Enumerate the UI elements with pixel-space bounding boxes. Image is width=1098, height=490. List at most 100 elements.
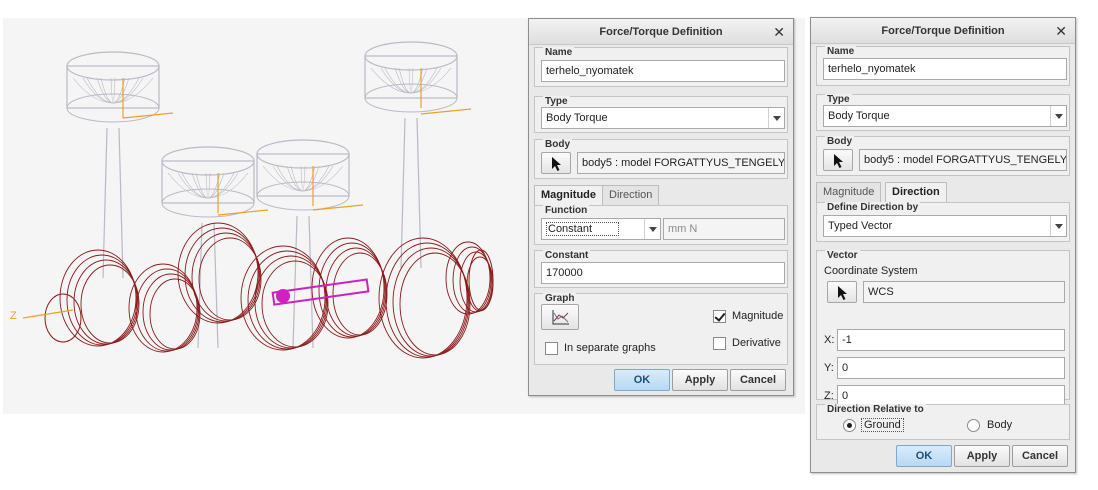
ok-button[interactable]: OK: [896, 445, 952, 467]
cursor-arrow-icon: [838, 286, 847, 300]
crank-web-wire: [311, 237, 385, 339]
graph-icon: [552, 310, 569, 325]
derivative-checkbox-label: Derivative: [732, 337, 781, 349]
piston-wire: [380, 67, 442, 94]
crank-end-pulley: [468, 249, 494, 311]
close-icon[interactable]: ✕: [1055, 18, 1067, 44]
type-select-value: Body Torque: [828, 110, 890, 122]
body-group: Body body5 : model FORGATTYUS_TENGELY.: [816, 136, 1070, 176]
name-label: Name: [825, 46, 857, 57]
piston-wire: [272, 165, 334, 192]
apply-button[interactable]: Apply: [954, 445, 1010, 467]
crank-web-wire: [142, 273, 200, 351]
tab-direction[interactable]: Direction: [885, 182, 947, 203]
connecting-rod: [118, 127, 124, 279]
piston-wire: [181, 172, 235, 199]
name-input[interactable]: terhelo_nyomatek: [541, 60, 785, 82]
piston-wire: [177, 172, 239, 199]
tab-bar: Magnitude Direction: [534, 185, 788, 206]
tab-magnitude[interactable]: Magnitude: [816, 182, 882, 202]
crank-web-wire: [399, 252, 471, 356]
crank-web-wire: [73, 259, 139, 345]
piston-wire: [82, 77, 144, 104]
piston-wire: [100, 77, 126, 103]
derivative-checkbox[interactable]: [713, 337, 726, 350]
crank-web-wire: [184, 227, 260, 323]
body-select-button[interactable]: [823, 149, 853, 171]
crank-web-wire: [325, 247, 387, 337]
coord-system-field[interactable]: WCS: [863, 281, 1065, 303]
cursor-arrow-icon: [834, 154, 843, 168]
y-input[interactable]: 0: [837, 357, 1065, 379]
graph-label: Graph: [543, 293, 577, 304]
z-axis-label: Z: [10, 310, 17, 322]
type-label: Type: [543, 96, 570, 107]
direction-relative-label: Direction Relative to: [825, 404, 926, 415]
type-group: Type Body Torque: [816, 94, 1070, 131]
dialog-title: Force/Torque Definition: [529, 19, 793, 45]
body-field[interactable]: body5 : model FORGATTYUS_TENGELY.: [577, 152, 785, 174]
orange-axis-arrow: [312, 204, 364, 211]
ok-button[interactable]: OK: [614, 369, 670, 391]
type-select[interactable]: Body Torque: [541, 107, 785, 129]
type-select-value: Body Torque: [546, 112, 608, 124]
piston-wire: [195, 172, 221, 198]
ground-radio[interactable]: [843, 419, 856, 432]
close-icon[interactable]: ✕: [773, 19, 785, 45]
coord-system-select-button[interactable]: [827, 281, 857, 303]
crank-web-wire: [318, 242, 386, 338]
piston-wire: [110, 77, 116, 103]
vector-label: Vector: [825, 250, 860, 261]
tab-magnitude[interactable]: Magnitude: [534, 185, 603, 206]
ground-radio-label: Ground: [861, 418, 904, 432]
type-select[interactable]: Body Torque: [823, 105, 1067, 127]
constant-label: Constant: [543, 250, 591, 261]
force-torque-dialog-direction: Force/Torque Definition ✕ Name terhelo_n…: [810, 17, 1076, 473]
piston-wire: [398, 67, 424, 93]
function-select[interactable]: Constant: [541, 218, 661, 240]
constant-input[interactable]: 170000: [541, 262, 785, 284]
separate-graphs-label: In separate graphs: [564, 342, 656, 354]
crank-web-wire: [59, 249, 137, 347]
name-input[interactable]: terhelo_nyomatek: [823, 58, 1067, 80]
separate-graphs-checkbox[interactable]: [545, 342, 558, 355]
crank-web-wire: [385, 242, 469, 358]
connecting-rod: [292, 215, 298, 349]
magnitude-checkbox[interactable]: [713, 310, 726, 323]
body-select-button[interactable]: [541, 152, 571, 174]
body-label: Body: [543, 139, 572, 150]
define-direction-group: Define Direction by Typed Vector: [816, 202, 1070, 242]
x-input[interactable]: -1: [837, 329, 1065, 351]
tab-direction[interactable]: Direction: [602, 185, 660, 205]
define-direction-value: Typed Vector: [828, 220, 893, 232]
type-group: Type Body Torque: [534, 96, 788, 133]
define-direction-select[interactable]: Typed Vector: [823, 215, 1067, 237]
graph-button[interactable]: [541, 304, 579, 330]
orange-axis-arrow: [217, 209, 269, 216]
tab-bar: Magnitude Direction: [816, 182, 1070, 203]
global-z-axis: [22, 309, 74, 319]
cancel-button[interactable]: Cancel: [730, 369, 786, 391]
name-group: Name terhelo_nyomatek: [816, 46, 1070, 86]
body-label: Body: [825, 136, 854, 147]
piston-wire: [384, 67, 438, 94]
magnitude-checkbox-label: Magnitude: [732, 310, 784, 322]
body-group: Body body5 : model FORGATTYUS_TENGELY.: [534, 139, 788, 179]
body-field[interactable]: body5 : model FORGATTYUS_TENGELY.: [859, 149, 1067, 171]
dialog-title: Force/Torque Definition: [811, 18, 1075, 44]
body-radio[interactable]: [967, 419, 980, 432]
cancel-button[interactable]: Cancel: [1012, 445, 1068, 467]
apply-button[interactable]: Apply: [672, 369, 728, 391]
type-label: Type: [825, 94, 852, 105]
x-label: X:: [824, 334, 835, 346]
chevron-down-icon[interactable]: [1050, 106, 1066, 126]
direction-relative-group: Direction Relative to Ground Body: [816, 404, 1070, 440]
coord-system-label: Coordinate System: [824, 265, 918, 277]
chevron-down-icon[interactable]: [644, 219, 660, 239]
chevron-down-icon[interactable]: [768, 108, 784, 128]
connecting-rod: [197, 222, 203, 349]
function-label: Function: [543, 205, 590, 216]
chevron-down-icon[interactable]: [1050, 216, 1066, 236]
function-group: Function Constant mm N: [534, 205, 788, 245]
define-direction-label: Define Direction by: [825, 202, 921, 213]
